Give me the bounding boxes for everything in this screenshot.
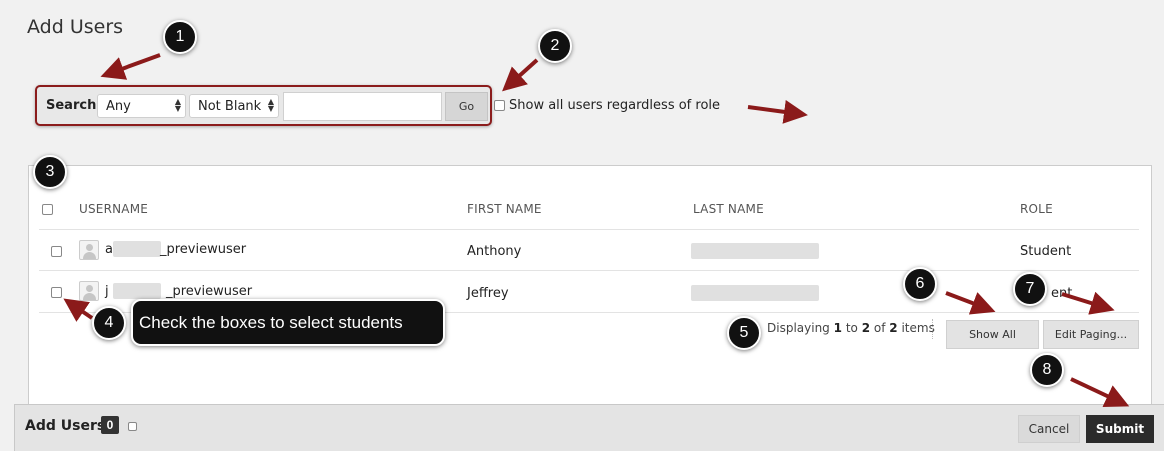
- cancel-button[interactable]: Cancel: [1018, 415, 1080, 443]
- user-avatar-icon: [79, 240, 99, 260]
- callout-8: 8: [1030, 353, 1064, 387]
- select-all-checkbox[interactable]: [42, 204, 53, 215]
- select-arrows-icon: ▲ ▼: [174, 97, 181, 113]
- show-all-users-checkbox[interactable]: [494, 100, 505, 111]
- go-button[interactable]: Go: [445, 92, 488, 121]
- role-cell: ent: [1051, 286, 1073, 301]
- callout-5: 5: [727, 316, 761, 350]
- page-title: Add Users: [27, 16, 124, 38]
- paging-total: 2: [889, 321, 898, 335]
- column-header-first-name[interactable]: FIRST NAME: [467, 202, 542, 216]
- selection-toggle-checkbox[interactable]: [128, 422, 137, 431]
- search-label: Search:: [46, 98, 102, 113]
- paging-text-to: to: [845, 321, 858, 335]
- first-name-cell: Anthony: [467, 244, 522, 259]
- paging-from: 1: [833, 321, 842, 335]
- username-suffix: _previewuser: [160, 242, 247, 257]
- search-operator-select[interactable]: Not Blank ▲ ▼: [189, 94, 279, 118]
- paging-summary: Displaying 1 to 2 of 2 items: [767, 321, 935, 335]
- selected-count-badge: 0: [101, 416, 119, 434]
- callout-6: 6: [903, 267, 937, 301]
- submit-button[interactable]: Submit: [1086, 415, 1154, 443]
- username-prefix: a: [105, 242, 113, 257]
- users-table-panel: USERNAME FIRST NAME LAST NAME ROLE a _pr…: [28, 165, 1152, 410]
- redacted-username: [113, 241, 161, 257]
- username-prefix: j: [105, 284, 109, 299]
- show-all-users-label: Show all users regardless of role: [509, 98, 721, 113]
- edit-paging-button[interactable]: Edit Paging...: [1043, 320, 1139, 349]
- redacted-username: [113, 283, 161, 299]
- callout-1: 1: [163, 20, 197, 54]
- column-header-username[interactable]: USERNAME: [79, 202, 148, 216]
- row-checkbox[interactable]: [51, 246, 62, 257]
- callout-3: 3: [33, 155, 67, 189]
- paging-text-of: of: [873, 321, 886, 335]
- user-avatar-icon: [79, 281, 99, 301]
- instruction-tooltip: Check the boxes to select students: [131, 299, 445, 346]
- row-divider: [39, 270, 1139, 271]
- row-divider: [39, 229, 1139, 230]
- paging-text-displaying: Displaying: [767, 321, 830, 335]
- search-field-select-value: Any: [106, 99, 131, 114]
- redacted-last-name: [691, 243, 819, 259]
- callout-4: 4: [92, 306, 126, 340]
- search-input[interactable]: [283, 92, 442, 121]
- row-checkbox[interactable]: [51, 287, 62, 298]
- first-name-cell: Jeffrey: [467, 286, 509, 301]
- redacted-last-name: [691, 285, 819, 301]
- arrow-right: [747, 99, 808, 124]
- search-operator-select-value: Not Blank: [198, 99, 262, 114]
- show-all-button[interactable]: Show All: [946, 320, 1039, 349]
- column-header-last-name[interactable]: LAST NAME: [693, 202, 764, 216]
- select-arrows-icon: ▲ ▼: [267, 97, 274, 113]
- bottom-bar-title: Add Users: [25, 418, 106, 434]
- arrow-2: [502, 58, 539, 92]
- column-header-role[interactable]: ROLE: [1020, 202, 1053, 216]
- callout-2: 2: [538, 29, 572, 63]
- bottom-action-bar: Add Users 0 Cancel Submit: [14, 404, 1164, 451]
- search-bar: Search: Any ▲ ▼ Not Blank ▲ ▼ Go: [35, 85, 492, 126]
- callout-7: 7: [1013, 272, 1047, 306]
- role-cell: Student: [1020, 244, 1072, 259]
- search-field-select[interactable]: Any ▲ ▼: [97, 94, 186, 118]
- username-suffix: _previewuser: [166, 284, 253, 299]
- arrow-1: [100, 53, 161, 80]
- paging-divider: [932, 319, 933, 339]
- paging-text-items: items: [901, 321, 935, 335]
- paging-to: 2: [861, 321, 871, 335]
